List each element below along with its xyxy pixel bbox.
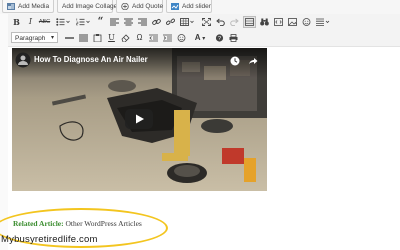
format-select[interactable]: Paragraph ▾ <box>11 32 58 43</box>
bold-button[interactable]: B <box>10 16 23 28</box>
add-quote-button[interactable]: Add Quote <box>116 0 163 13</box>
clear-formatting-button[interactable] <box>119 32 132 44</box>
link-icon <box>152 18 161 25</box>
align-right-button[interactable] <box>136 16 149 28</box>
channel-avatar-icon <box>15 52 31 68</box>
svg-text:?: ? <box>218 36 221 42</box>
special-character-button[interactable]: Ω <box>133 32 146 44</box>
indent-icon <box>163 34 172 42</box>
align-left-icon <box>110 18 119 26</box>
justify-icon <box>79 34 88 42</box>
editor-toolbar-row-1: B I ABC “ <box>8 14 400 31</box>
play-button-icon[interactable] <box>125 109 153 129</box>
help-icon: ? <box>215 34 224 42</box>
blockquote-button[interactable]: “ <box>94 16 107 28</box>
outdent-button[interactable] <box>147 32 160 44</box>
more-options-dropdown[interactable] <box>314 16 332 28</box>
numbered-list-button[interactable] <box>74 16 92 28</box>
unlink-icon <box>166 18 175 25</box>
print-button[interactable] <box>227 32 240 44</box>
video-title: How To Diagnose An Air Nailer <box>34 55 148 64</box>
redo-button[interactable] <box>228 16 241 28</box>
insert-link-button[interactable] <box>150 16 163 28</box>
emoticon-icon <box>302 18 311 26</box>
undo-button[interactable] <box>214 16 227 28</box>
chevron-down-icon: ▾ <box>50 35 54 41</box>
media-icon <box>7 3 15 10</box>
underline-button[interactable]: U <box>105 32 118 44</box>
toolbar-toggle-button[interactable] <box>243 16 256 28</box>
strikethrough-button[interactable]: ABC <box>38 16 51 28</box>
italic-button[interactable]: I <box>24 16 37 28</box>
paste-text-button[interactable] <box>91 32 104 44</box>
bullet-list-button[interactable] <box>54 16 72 28</box>
redo-icon <box>230 18 239 26</box>
blockquote-icon: “ <box>97 16 104 27</box>
remove-link-button[interactable] <box>164 16 177 28</box>
image-button[interactable] <box>286 16 299 28</box>
fullscreen-icon <box>202 18 211 26</box>
media-buttons-bar: Add Media Add Image Collage Add Quote Ad… <box>0 0 400 14</box>
binoculars-icon <box>260 18 269 26</box>
align-center-icon <box>124 18 133 26</box>
align-right-icon <box>138 18 147 26</box>
share-icon[interactable] <box>248 56 258 66</box>
add-image-collage-button[interactable]: Add Image Collage <box>57 0 117 13</box>
smiley-icon <box>177 34 186 42</box>
site-watermark: Mybusyretiredlife.com <box>1 234 98 245</box>
quote-icon <box>121 3 129 10</box>
print-icon <box>229 34 238 42</box>
image-icon <box>288 18 297 26</box>
list-dropdown-icon <box>316 18 330 26</box>
code-icon <box>274 18 283 26</box>
clipboard-icon <box>93 34 102 42</box>
numbered-list-icon <box>76 18 90 26</box>
horizontal-line-icon <box>65 37 74 39</box>
embedded-video[interactable]: How To Diagnose An Air Nailer <box>12 48 267 191</box>
kitchen-sink-icon <box>245 18 254 26</box>
align-left-button[interactable] <box>108 16 121 28</box>
editor-left-gutter <box>0 14 8 250</box>
chevron-down-icon: ▾ <box>200 36 206 42</box>
eraser-icon <box>121 34 130 42</box>
text-color-button[interactable]: A ▾ <box>191 32 209 44</box>
align-center-button[interactable] <box>122 16 135 28</box>
justify-button[interactable] <box>77 32 90 44</box>
fullscreen-button[interactable] <box>200 16 213 28</box>
undo-icon <box>216 18 225 26</box>
slider-icon <box>171 3 179 10</box>
find-replace-button[interactable] <box>258 16 271 28</box>
code-block-button[interactable] <box>272 16 285 28</box>
bullet-list-icon <box>56 18 70 26</box>
table-icon <box>180 18 194 26</box>
table-button[interactable] <box>178 16 196 28</box>
indent-button[interactable] <box>161 32 174 44</box>
watch-later-icon[interactable] <box>230 56 240 66</box>
add-slider-button[interactable]: Add slider <box>166 0 212 13</box>
editor-toolbar-row-2: Paragraph ▾ U Ω A ▾ ? <box>8 30 400 47</box>
outdent-icon <box>149 34 158 42</box>
add-media-button[interactable]: Add Media <box>2 0 54 13</box>
help-button[interactable]: ? <box>213 32 226 44</box>
emoticons-button[interactable] <box>300 16 313 28</box>
horizontal-line-button[interactable] <box>63 32 76 44</box>
emoticons-button-2[interactable] <box>175 32 188 44</box>
